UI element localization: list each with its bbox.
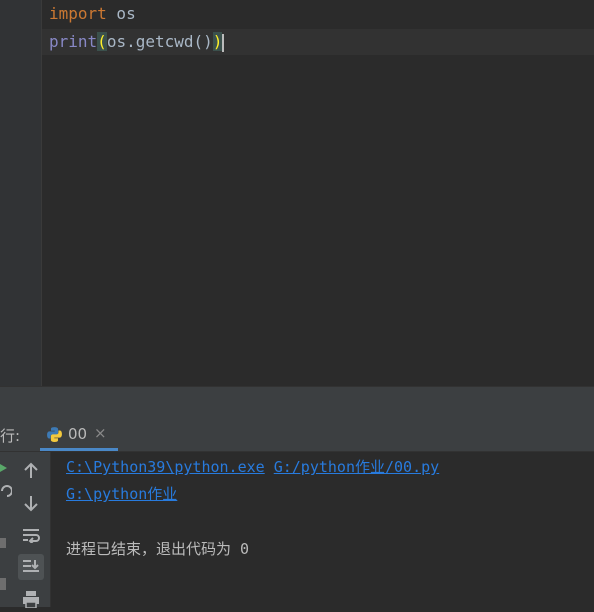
soft-wrap-icon[interactable]	[18, 522, 44, 548]
module-name: os	[106, 4, 136, 23]
active-tab-indicator	[40, 448, 118, 451]
python-icon	[47, 427, 62, 442]
code-line-1[interactable]: import os	[49, 1, 136, 27]
arrow-up-icon[interactable]	[18, 458, 44, 484]
console-command-line: C:\Python39\python.exe G:/python作业/00.py	[66, 457, 439, 477]
script-path-link[interactable]: G:/python作业/00.py	[274, 458, 439, 476]
close-paren: )	[212, 32, 223, 51]
arrow-down-icon[interactable]	[18, 490, 44, 516]
run-tab-label: 00	[68, 425, 88, 443]
builtin-print: print	[49, 32, 98, 51]
open-paren: (	[97, 32, 107, 51]
print-icon[interactable]	[18, 586, 44, 612]
keyword-import: import	[49, 4, 107, 23]
rerun-icon[interactable]	[0, 452, 13, 607]
code-editor[interactable]: import os print(os.getcwd())	[42, 0, 594, 386]
run-side-strip	[0, 452, 13, 607]
exit-message: 进程已结束，退出代码为 0	[66, 540, 250, 558]
console-output[interactable]: C:\Python39\python.exe G:/python作业/00.py…	[51, 452, 594, 607]
python-exe-link[interactable]: C:\Python39\python.exe	[66, 458, 265, 476]
code-line-2[interactable]: print(os.getcwd())	[49, 29, 225, 55]
run-tab-00[interactable]: 00 ×	[40, 418, 118, 451]
run-tool-window-header: 行: 00 ×	[0, 418, 594, 452]
scroll-to-end-icon[interactable]	[18, 554, 44, 580]
close-icon[interactable]: ×	[94, 424, 107, 442]
call-args: os.getcwd()	[106, 32, 213, 51]
console-output-line: G:\python作业	[66, 484, 177, 504]
editor-gutter	[0, 0, 42, 386]
panel-separator[interactable]	[0, 386, 594, 419]
text-caret	[222, 33, 225, 52]
cwd-path-link[interactable]: G:\python作业	[66, 485, 177, 503]
run-label: 行:	[0, 427, 21, 445]
console-toolbar	[12, 452, 51, 608]
